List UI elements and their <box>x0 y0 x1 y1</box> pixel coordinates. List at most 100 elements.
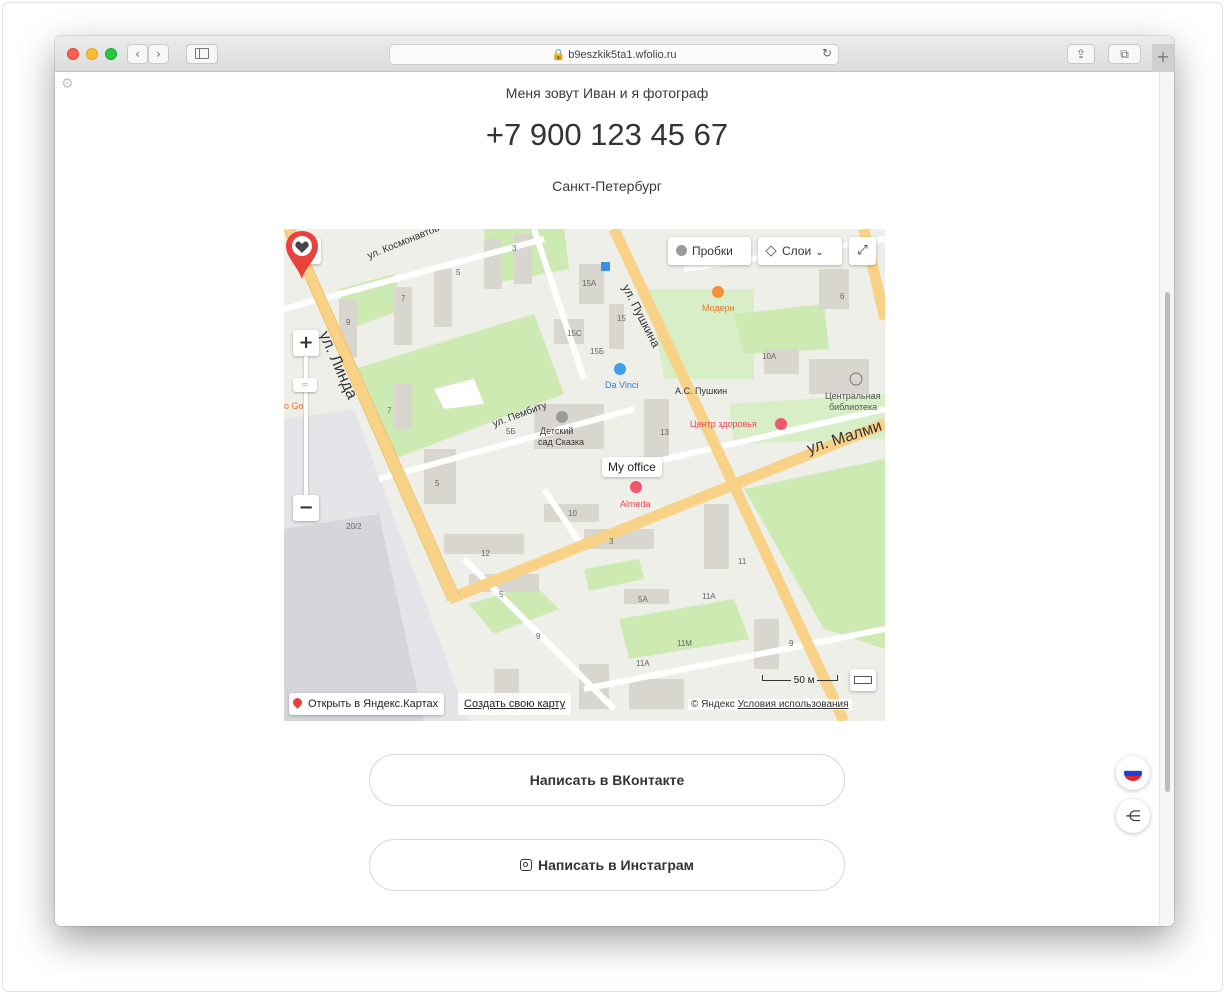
traffic-label: Пробки <box>692 244 733 258</box>
house-number: 11 <box>738 557 747 566</box>
house-number: 9 <box>789 639 794 648</box>
chevron-left-icon: ‹ <box>135 47 140 61</box>
share-icon: ⇪ <box>1075 47 1087 61</box>
page-content: ⚙ Меня зовут Иван и я фотограф +7 900 12… <box>55 72 1174 926</box>
house-number: 10А <box>762 352 777 361</box>
traffic-button[interactable]: Пробки <box>668 237 751 265</box>
house-number: 15 <box>617 314 626 323</box>
house-number: 10 <box>568 509 577 518</box>
house-number: 11А <box>636 659 650 668</box>
city-text: Санкт-Петербург <box>552 178 662 194</box>
chevron-right-icon: › <box>156 47 161 61</box>
kindergarten-poi-icon[interactable] <box>556 411 568 423</box>
house-number: 5 <box>499 590 504 599</box>
layers-label: Слои <box>782 244 812 258</box>
phone-number[interactable]: +7 900 123 45 67 <box>55 117 1159 153</box>
cafe-poi-icon[interactable] <box>712 286 724 298</box>
ruler-button[interactable] <box>850 669 876 691</box>
map-widget[interactable]: ул. Космонавтов ул. Пушкина ул. Линда ул… <box>284 229 885 721</box>
minimize-window-button[interactable] <box>86 48 98 60</box>
sidebar-icon <box>195 48 209 59</box>
create-map-link[interactable]: Создать свою карту <box>458 693 572 715</box>
language-button[interactable] <box>1116 756 1150 790</box>
poi-health: Центр здоровья <box>690 419 757 429</box>
office-marker-pin-icon[interactable] <box>284 229 320 281</box>
shop-poi-icon[interactable] <box>614 363 626 375</box>
share-page-button[interactable]: ⋲ <box>1116 799 1150 833</box>
scale-label: 50 м <box>793 675 815 686</box>
write-vk-label: Написать в ВКонтакте <box>529 772 685 788</box>
copyright-text: © Яндекс <box>691 699 735 710</box>
house-number: 15Б <box>590 347 604 356</box>
fullscreen-map-button[interactable]: ⤢ <box>849 237 876 265</box>
browser-titlebar: ‹ › 🔒 b9eszkik5ta1.wfolio.ru ↻ ⇪ ⧉ + <box>55 36 1174 72</box>
tabs-icon: ⧉ <box>1120 47 1129 61</box>
poi-library-line2: библиотека <box>829 402 877 412</box>
house-number: 7 <box>401 294 406 303</box>
ruler-icon <box>854 676 872 684</box>
expand-icon: ⤢ <box>857 243 868 258</box>
instagram-icon <box>519 859 532 871</box>
open-in-yandex-maps-button[interactable]: Открыть в Яндекс.Картах <box>289 693 445 715</box>
restaurant-poi-icon[interactable] <box>630 481 642 493</box>
house-number: 7 <box>387 406 392 415</box>
layers-button[interactable]: Слои ⌄ <box>758 237 842 265</box>
traffic-icon <box>676 245 687 256</box>
house-number: 12 <box>481 549 490 558</box>
poi-davinci: Da Vinci <box>605 380 638 390</box>
zoom-out-button[interactable]: − <box>293 495 319 521</box>
house-number: 5 <box>456 268 461 277</box>
zoom-slider-handle[interactable]: ═ <box>293 378 317 392</box>
terms-link[interactable]: Условия использования <box>738 699 849 710</box>
reload-icon[interactable]: ↻ <box>822 46 832 60</box>
house-number: 9 <box>536 632 541 641</box>
poi-modern: Модерн <box>702 303 735 313</box>
house-number: 20/2 <box>346 522 362 531</box>
house-number: 6 <box>840 292 845 301</box>
house-number: 5 <box>435 479 440 488</box>
new-tab-button[interactable]: + <box>1152 44 1174 72</box>
back-button[interactable]: ‹ <box>127 44 148 64</box>
page-scrollbar[interactable] <box>1159 72 1174 926</box>
poi-almeda: Almeda <box>620 499 651 509</box>
house-number: 3 <box>512 244 517 253</box>
poi-go: o Go <box>284 401 304 411</box>
house-number: 15С <box>567 329 582 338</box>
map-scale: 50 м <box>762 675 839 686</box>
house-number: 5Б <box>506 427 516 436</box>
house-number: 3 <box>609 537 614 546</box>
sidebar-button[interactable] <box>186 44 218 64</box>
address-bar[interactable]: 🔒 b9eszkik5ta1.wfolio.ru ↻ <box>389 44 839 65</box>
house-number: 11М <box>677 639 692 648</box>
share-nodes-icon: ⋲ <box>1125 807 1141 825</box>
forward-button[interactable]: › <box>148 44 169 64</box>
medical-poi-icon[interactable] <box>775 418 787 430</box>
transit-poi-icon[interactable] <box>601 262 610 271</box>
map-canvas[interactable]: ул. Космонавтов ул. Пушкина ул. Линда ул… <box>284 229 885 721</box>
office-marker-label[interactable]: My office <box>602 457 662 477</box>
url-text: 🔒 b9eszkik5ta1.wfolio.ru <box>551 49 677 61</box>
poi-kindergarten-line2: сад Сказка <box>538 437 584 447</box>
zoom-in-button[interactable]: + <box>293 330 319 356</box>
house-number: 9 <box>346 318 351 327</box>
tabs-overview-button[interactable]: ⧉ <box>1108 44 1141 64</box>
write-vk-button[interactable]: Написать в ВКонтакте <box>369 754 845 806</box>
layers-icon <box>765 245 777 257</box>
intro-text: Меня зовут Иван и я фотограф <box>505 85 709 101</box>
close-window-button[interactable] <box>67 48 79 60</box>
poi-library-line1: Центральная <box>825 391 881 401</box>
write-instagram-button[interactable]: Написать в Инстаграм <box>369 839 845 891</box>
browser-window: ‹ › 🔒 b9eszkik5ta1.wfolio.ru ↻ ⇪ ⧉ + ⚙ М… <box>55 36 1174 926</box>
chevron-down-icon: ⌄ <box>815 247 824 258</box>
share-button[interactable]: ⇪ <box>1067 44 1095 64</box>
russia-flag-icon <box>1124 765 1142 781</box>
house-number: 13 <box>660 428 669 437</box>
house-number: 5А <box>638 595 648 604</box>
fullscreen-window-button[interactable] <box>105 48 117 60</box>
poi-pushkin: А.С. Пушкин <box>675 386 727 396</box>
write-instagram-label: Написать в Инстаграм <box>537 857 695 873</box>
map-copyright: © Яндекс Условия использования <box>688 699 852 710</box>
scrollbar-thumb[interactable] <box>1165 292 1170 792</box>
map-pin-icon <box>291 696 304 709</box>
open-in-yandex-label: Открыть в Яндекс.Картах <box>308 698 439 710</box>
